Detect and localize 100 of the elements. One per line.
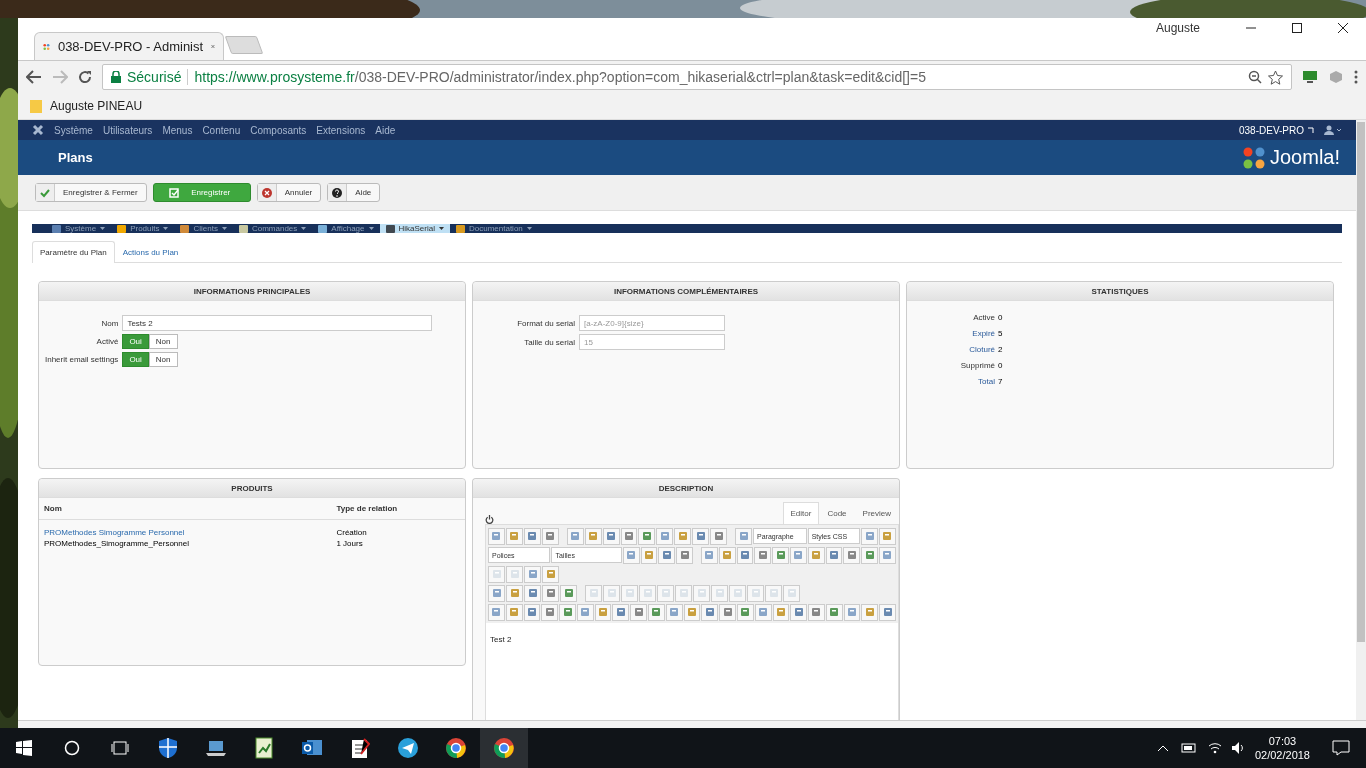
chart-file-icon[interactable] — [255, 737, 273, 759]
paper-plane-icon[interactable] — [397, 737, 419, 759]
editor-tool-icon[interactable] — [790, 546, 807, 564]
shield-icon[interactable] — [157, 737, 179, 759]
editor-tool-icon[interactable] — [576, 603, 594, 621]
editor-tool-icon[interactable] — [676, 546, 694, 564]
editor-tab[interactable]: Code — [819, 502, 855, 524]
editor-tool-icon[interactable] — [710, 527, 728, 545]
editor-tool-icon[interactable] — [524, 584, 541, 602]
power-icon[interactable] — [485, 515, 494, 524]
notepad-icon[interactable] — [350, 737, 370, 759]
search-icon[interactable] — [64, 740, 80, 756]
editor-tool-icon[interactable] — [594, 603, 612, 621]
clock-time[interactable]: 07:03 — [1268, 735, 1297, 747]
browser-icon[interactable] — [493, 737, 515, 759]
editor-tool-icon[interactable] — [559, 603, 576, 621]
wifi-icon[interactable] — [1206, 742, 1223, 754]
editor-tool-icon[interactable] — [488, 584, 505, 602]
stat-link[interactable]: Cloturé — [907, 345, 995, 354]
editor-tool-icon[interactable] — [843, 546, 861, 564]
profile-name[interactable]: Auguste — [1155, 21, 1200, 35]
editor-tool-icon[interactable] — [630, 603, 648, 621]
bookmark-item[interactable]: Auguste PINEAU — [50, 99, 143, 113]
editor-tool-icon[interactable] — [879, 527, 896, 545]
editor-tool-icon[interactable] — [790, 603, 808, 621]
admin-menu-item[interactable]: Utilisateurs — [102, 124, 153, 136]
monitor-icon[interactable] — [1302, 70, 1318, 84]
help-button[interactable]: Aide — [327, 183, 381, 202]
maximize-icon[interactable] — [1292, 23, 1302, 33]
editor-tool-icon[interactable] — [808, 603, 825, 621]
editor-tool-icon[interactable] — [879, 546, 896, 564]
stat-link[interactable]: Expiré — [907, 329, 995, 338]
editor-tool-icon[interactable] — [560, 584, 577, 602]
editor-tab[interactable]: Preview — [854, 502, 899, 524]
new-tab-button[interactable] — [224, 36, 264, 54]
editor-tool-icon[interactable] — [692, 527, 710, 545]
editor-tool-icon[interactable] — [754, 603, 772, 621]
editor-tool-icon[interactable] — [505, 527, 523, 545]
component-menu-item[interactable]: Produits — [111, 224, 175, 233]
editor-tool-icon[interactable] — [772, 546, 789, 564]
editor-tool-icon[interactable] — [772, 603, 790, 621]
editor-tool-icon[interactable] — [658, 546, 676, 564]
editor-tool-icon[interactable] — [488, 603, 505, 621]
editor-tool-icon[interactable] — [505, 603, 523, 621]
battery-icon[interactable] — [1180, 743, 1197, 753]
editor-tool-icon[interactable] — [754, 546, 772, 564]
component-menu-item[interactable]: Commandes — [232, 224, 313, 233]
editor-tool-icon[interactable] — [602, 527, 620, 545]
editor-tool-icon[interactable] — [640, 546, 658, 564]
editor-tool-icon[interactable] — [523, 603, 541, 621]
browser-tab[interactable]: 038-DEV-PRO - Administ — [34, 32, 224, 60]
admin-menu-item[interactable]: Système — [54, 124, 93, 136]
admin-menu-item[interactable]: Menus — [162, 124, 193, 136]
laptop-icon[interactable] — [205, 739, 227, 757]
editor-tab[interactable]: Editor — [782, 502, 820, 524]
component-menu-item[interactable]: HikaSerial — [379, 224, 450, 233]
yes-option[interactable]: Oui — [122, 334, 149, 349]
input-field[interactable]: [a-zA-Z0-9]{size} — [579, 315, 725, 331]
editor-tool-icon[interactable] — [524, 565, 541, 583]
back-icon[interactable] — [26, 70, 42, 84]
component-menu-item[interactable]: Affichage — [312, 224, 380, 233]
editor-tool-icon[interactable] — [736, 546, 754, 564]
browser-icon[interactable] — [445, 737, 467, 759]
extension-icon[interactable] — [1328, 70, 1344, 84]
cancel-button[interactable]: Annuler — [256, 183, 322, 202]
editor-tool-icon[interactable] — [542, 584, 559, 602]
product-link[interactable]: PROMethodes Simogramme Personnel — [44, 528, 185, 537]
windows-start-icon[interactable] — [16, 740, 32, 756]
chevron-up-icon[interactable] — [1156, 744, 1169, 752]
editor-tool-icon[interactable] — [566, 527, 584, 545]
editor-tool-icon[interactable] — [506, 584, 523, 602]
editor-tool-icon[interactable] — [736, 603, 754, 621]
editor-tool-icon[interactable] — [718, 546, 736, 564]
mail-app-icon[interactable] — [301, 738, 323, 758]
editor-tool-icon[interactable] — [541, 603, 559, 621]
save-close-button[interactable]: Enregistrer & Fermer — [35, 183, 147, 202]
clock-date[interactable]: 02/02/2018 — [1254, 749, 1310, 761]
user-icon[interactable] — [1324, 125, 1342, 135]
editor-tool-icon[interactable] — [861, 603, 879, 621]
editor-tool-icon[interactable] — [620, 527, 638, 545]
editor-tool-icon[interactable] — [700, 546, 718, 564]
star-icon[interactable] — [1268, 69, 1283, 85]
component-menu-item[interactable]: Système — [46, 224, 112, 233]
editor-content[interactable]: Test 2 — [486, 623, 898, 656]
editor-tool-icon[interactable] — [638, 527, 656, 545]
yes-option[interactable]: Oui — [122, 352, 149, 367]
editor-tool-icon[interactable] — [612, 603, 630, 621]
editor-tool-icon[interactable] — [861, 527, 878, 545]
admin-menu-item[interactable]: Contenu — [202, 124, 241, 136]
address-bar[interactable]: Sécurisé https://www.prosysteme.fr/038-DEV-PRO/administrator/index.php?option=com_hikaserial&ctrl=plan&task=edit&cid[]=5 — [102, 64, 1292, 90]
editor-tool-icon[interactable] — [622, 546, 640, 564]
editor-tool-icon[interactable] — [683, 603, 701, 621]
admin-menu-item[interactable]: Composants — [250, 124, 307, 136]
site-link[interactable]: 038-DEV-PRO — [1238, 124, 1314, 136]
input-field[interactable]: 15 — [579, 334, 725, 350]
editor-tool-icon[interactable] — [843, 603, 861, 621]
forward-icon[interactable] — [52, 70, 68, 84]
editor-tool-icon[interactable] — [523, 527, 541, 545]
close-icon[interactable] — [1338, 23, 1348, 33]
editor-tool-icon[interactable] — [674, 527, 692, 545]
